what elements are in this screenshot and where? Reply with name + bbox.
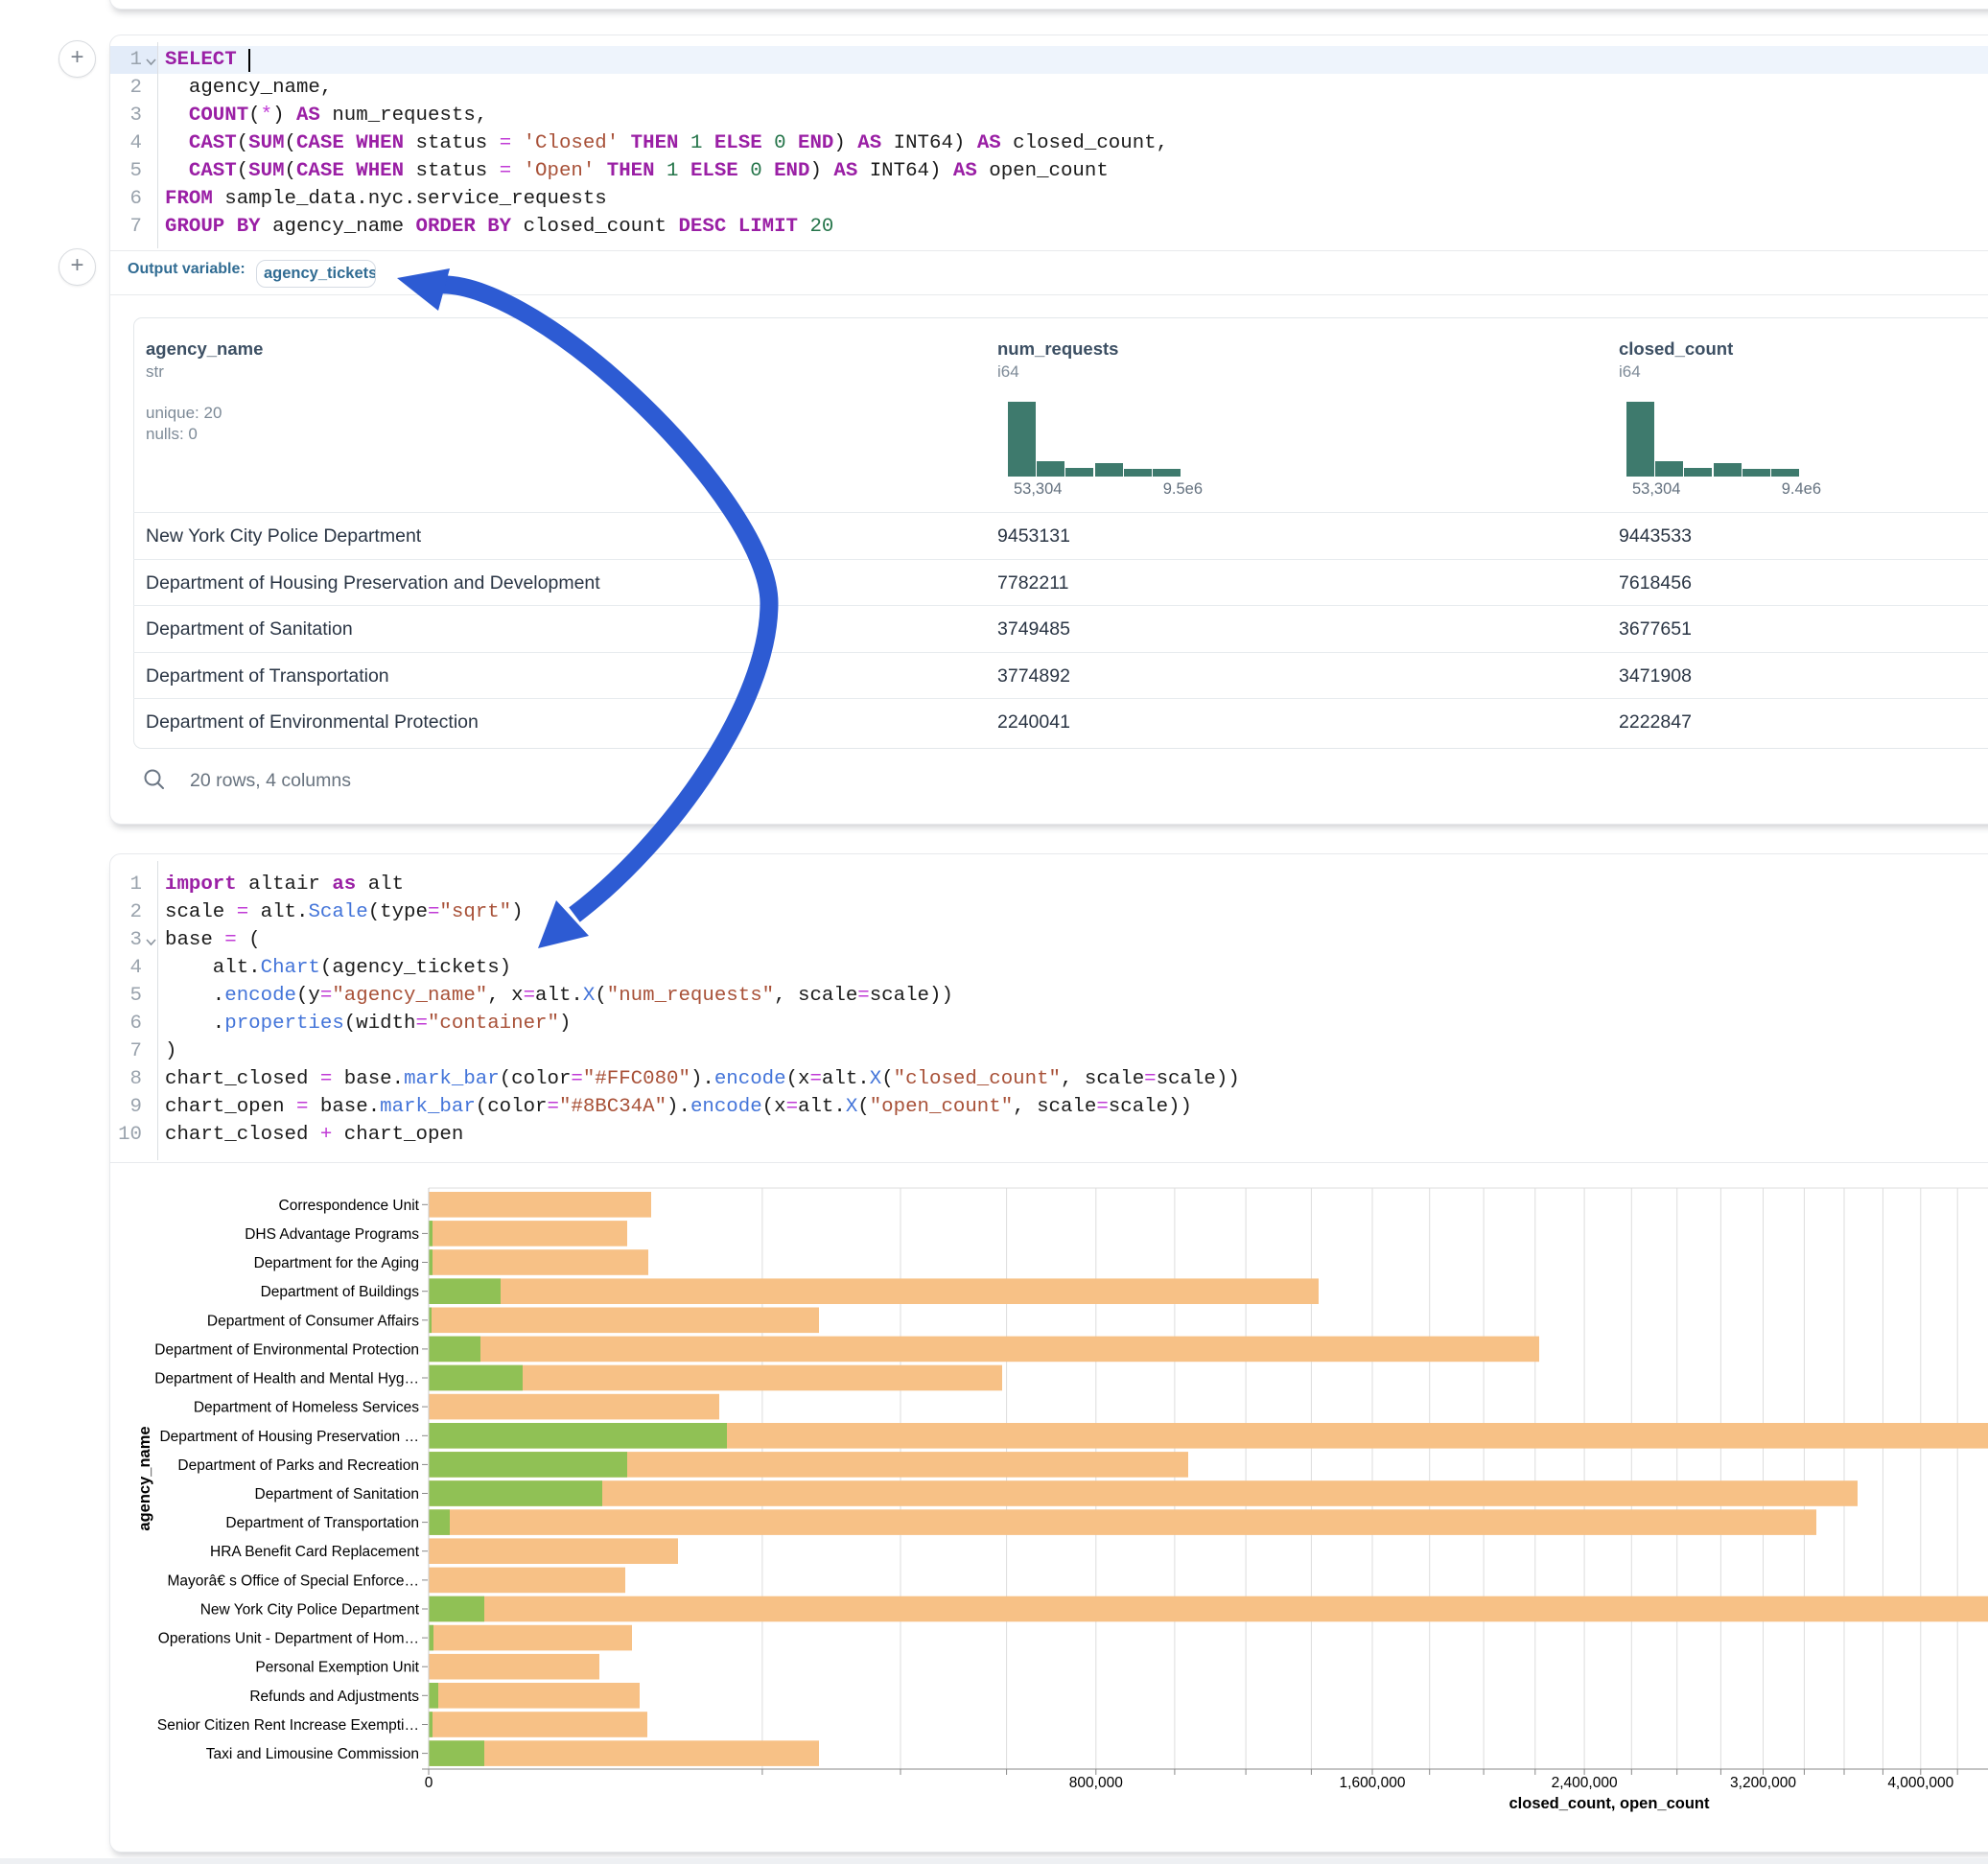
svg-text:closed_count, open_count: closed_count, open_count [1509, 1795, 1710, 1812]
svg-text:DHS Advantage Programs: DHS Advantage Programs [245, 1226, 419, 1243]
svg-text:2,400,000: 2,400,000 [1552, 1775, 1618, 1791]
svg-text:Department of Homeless Service: Department of Homeless Services [194, 1400, 419, 1416]
svg-text:Operations Unit - Department o: Operations Unit - Department of Hom… [158, 1631, 419, 1647]
svg-text:Department of Health and Menta: Department of Health and Mental Hyg… [154, 1371, 419, 1387]
svg-text:Department of Transportation: Department of Transportation [225, 1515, 419, 1531]
svg-text:Department of Sanitation: Department of Sanitation [255, 1486, 419, 1503]
svg-text:1,600,000: 1,600,000 [1340, 1775, 1406, 1791]
svg-text:Senior Citizen Rent Increase E: Senior Citizen Rent Increase Exempti… [157, 1717, 419, 1734]
svg-text:agency_name: agency_name [136, 1426, 153, 1530]
svg-text:New York City Police Departmen: New York City Police Department [200, 1602, 420, 1619]
svg-text:Refunds and Adjustments: Refunds and Adjustments [249, 1689, 419, 1705]
svg-text:800,000: 800,000 [1069, 1775, 1123, 1791]
svg-text:HRA Benefit Card Replacement: HRA Benefit Card Replacement [210, 1544, 420, 1560]
svg-text:Department of Parks and Recrea: Department of Parks and Recreation [177, 1457, 419, 1474]
svg-text:Taxi and Limousine Commission: Taxi and Limousine Commission [206, 1746, 419, 1762]
svg-text:4,000,000: 4,000,000 [1887, 1775, 1953, 1791]
svg-text:Correspondence Unit: Correspondence Unit [279, 1198, 420, 1214]
svg-text:Personal Exemption Unit: Personal Exemption Unit [255, 1660, 419, 1676]
svg-text:Department for the Aging: Department for the Aging [254, 1255, 419, 1271]
svg-text:Department of Housing Preserva: Department of Housing Preservation … [159, 1429, 419, 1445]
svg-text:0: 0 [425, 1775, 433, 1791]
svg-text:Department of Consumer Affairs: Department of Consumer Affairs [207, 1313, 419, 1329]
svg-text:Mayorâ€ s Office of Special En: Mayorâ€ s Office of Special Enforce… [168, 1573, 419, 1589]
svg-text:Department of Environmental Pr: Department of Environmental Protection [154, 1341, 419, 1358]
svg-text:Department of Buildings: Department of Buildings [261, 1284, 420, 1300]
svg-text:3,200,000: 3,200,000 [1730, 1775, 1796, 1791]
